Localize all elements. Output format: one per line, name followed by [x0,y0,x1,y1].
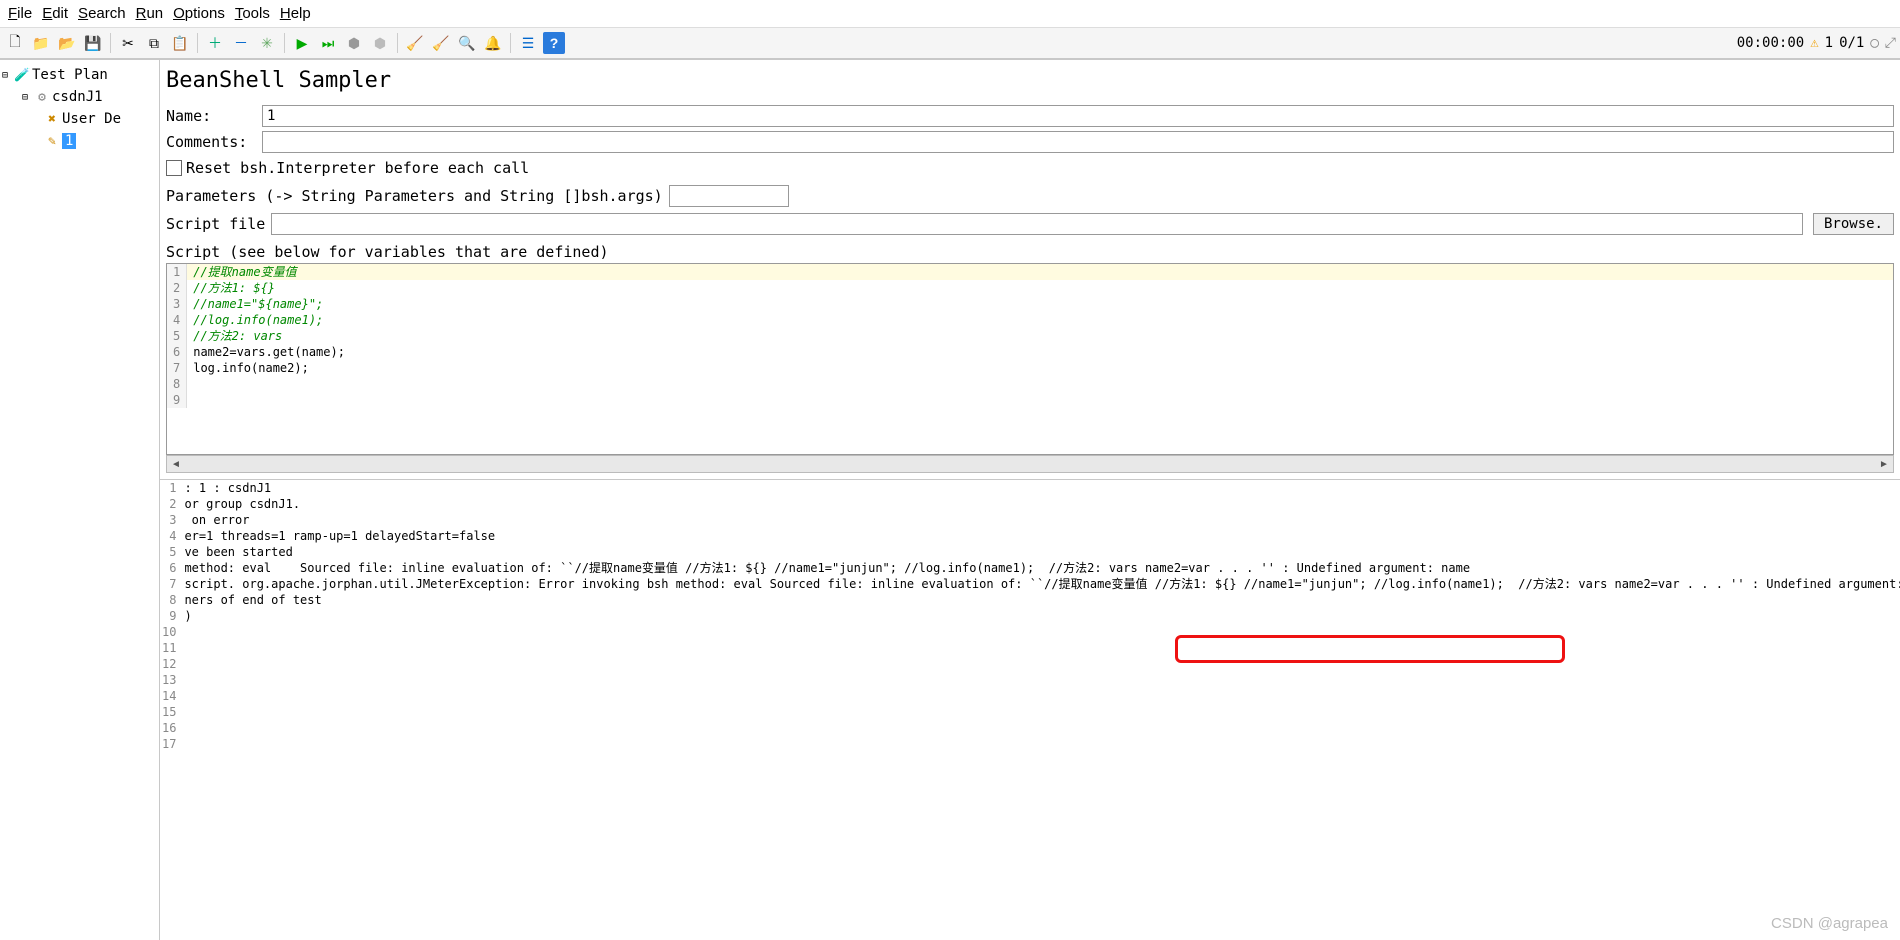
browse-button[interactable]: Browse. [1813,213,1894,235]
stop-icon[interactable]: ⬢ [343,32,365,54]
shutdown-icon[interactable]: ⬢ [369,32,391,54]
watermark: CSDN @agrapea [1771,915,1888,932]
tree-node-icon: ✖ [44,112,60,127]
scroll-right-icon[interactable]: ► [1875,459,1893,470]
toggle-icon[interactable]: ✳ [256,32,278,54]
remove-icon[interactable]: － [230,32,252,54]
log-line: : 1 : csdnJ1 [180,480,1900,496]
comments-input[interactable] [262,131,1894,153]
tree-item[interactable]: ✖User De [0,108,159,130]
menu-file[interactable]: File [4,3,36,24]
tree-root-label: Test Plan [32,67,108,83]
script-editor[interactable]: 123456789 //提取name变量值//方法1: ${}//name1="… [166,263,1894,455]
script-label: Script (see below for variables that are… [160,237,1900,261]
right-panel: BeanShell Sampler Name: Comments: Reset … [160,60,1900,940]
code-line[interactable]: //提取name变量值 [187,264,1893,280]
tree-node-label: User De [62,111,121,127]
properties-icon[interactable]: ☰ [517,32,539,54]
copy-icon[interactable]: ⧉ [143,32,165,54]
panel-title: BeanShell Sampler [160,60,1900,103]
scroll-left-icon[interactable]: ◄ [167,459,185,470]
save-icon[interactable]: 💾 [82,32,104,54]
status-area: 00:00:00 ⚠ 1 0/1 ◯ ⤢ [1737,35,1896,51]
gauge-icon: ◯ [1870,35,1878,51]
reset-label: Reset bsh.Interpreter before each call [186,159,529,177]
log-line: method: eval Sourced file: inline evalua… [180,560,1900,576]
start-no-pause-icon[interactable]: ⏭ [317,32,339,54]
code-line[interactable]: name2=vars.get(name); [187,344,1893,360]
reset-checkbox[interactable] [166,160,182,176]
code-line[interactable]: //log.info(name1); [187,312,1893,328]
new-icon[interactable]: 🗋 [4,32,26,54]
name-label: Name: [166,107,256,125]
log-panel[interactable]: 1234567891011121314151617 : 1 : csdnJ1or… [160,479,1900,940]
code-line[interactable]: //方法1: ${} [187,280,1893,296]
collapse-icon[interactable]: ⊟ [22,92,34,103]
paste-icon[interactable]: 📋 [169,32,191,54]
log-line: er=1 threads=1 ramp-up=1 delayedStart=fa… [180,528,1900,544]
parameters-input[interactable] [669,185,789,207]
tree-node-icon: ⚙ [34,90,50,105]
editor-scrollbar[interactable]: ◄ ► [166,455,1894,473]
clear-icon[interactable]: 🧹 [404,32,426,54]
log-line: script. org.apache.jorphan.util.JMeterEx… [180,576,1900,592]
add-icon[interactable]: ＋ [204,32,226,54]
log-line: or group csdnJ1. [180,496,1900,512]
comments-label: Comments: [166,133,256,151]
templates-icon[interactable]: 📁 [30,32,52,54]
expand-icon[interactable]: ⤢ [1885,35,1896,51]
tree-root[interactable]: ⊟ 🧪 Test Plan [0,64,159,86]
log-line: on error [180,512,1900,528]
elapsed-time: 00:00:00 [1737,35,1804,51]
log-line: ners of end of test [180,592,1900,608]
tree-item[interactable]: ✎1 [0,130,159,152]
thread-count: 0/1 [1839,35,1864,51]
log-line: ) [180,608,1900,624]
start-icon[interactable]: ▶ [291,32,313,54]
menu-tools[interactable]: Tools [231,3,274,24]
name-input[interactable] [262,105,1894,127]
help-icon[interactable]: ? [543,32,565,54]
tree-node-label: 1 [62,133,76,149]
tree-item[interactable]: ⊟⚙csdnJ1 [0,86,159,108]
open-icon[interactable]: 📂 [56,32,78,54]
menu-run[interactable]: Run [132,3,168,24]
code-line[interactable]: //name1="${name}"; [187,296,1893,312]
menu-options[interactable]: Options [169,3,229,24]
parameters-label: Parameters (-> String Parameters and Str… [166,187,663,205]
warning-count: 1 [1825,35,1833,51]
tree-node-icon: ✎ [44,134,60,149]
function-helper-icon[interactable]: 🔔 [482,32,504,54]
cut-icon[interactable]: ✂ [117,32,139,54]
search-func-icon[interactable]: 🔍 [456,32,478,54]
code-line[interactable]: log.info(name2); [187,360,1893,376]
collapse-icon[interactable]: ⊟ [2,70,14,81]
code-line[interactable]: //方法2: vars [187,328,1893,344]
warning-icon[interactable]: ⚠ [1810,35,1818,51]
scriptfile-input[interactable] [271,213,1803,235]
flask-icon: 🧪 [14,68,30,83]
clear-all-icon[interactable]: 🧹 [430,32,452,54]
menu-edit[interactable]: Edit [38,3,72,24]
tree-node-label: csdnJ1 [52,89,103,105]
tree-panel[interactable]: ⊟ 🧪 Test Plan ⊟⚙csdnJ1✖User De✎1 [0,60,160,940]
menu-help[interactable]: Help [276,3,315,24]
log-line: ve been started [180,544,1900,560]
menu-search[interactable]: Search [74,3,130,24]
menubar: FileEditSearchRunOptionsToolsHelp [0,0,1900,27]
toolbar: 🗋📁📂💾✂⧉📋＋－✳▶⏭⬢⬢🧹🧹🔍🔔☰? 00:00:00 ⚠ 1 0/1 ◯ … [0,27,1900,59]
scriptfile-label: Script file [166,215,265,233]
